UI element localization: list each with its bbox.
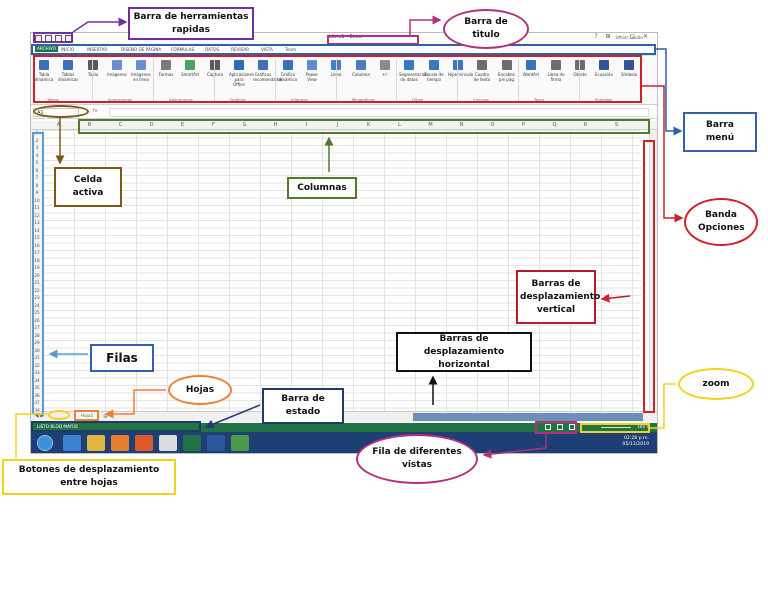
arrow-vscroll	[600, 293, 631, 303]
arrow-sheet-nav	[15, 413, 48, 458]
arrow-sheets	[104, 389, 166, 419]
arrow-ribbon	[642, 85, 684, 223]
arrow-title-bar	[409, 15, 442, 35]
arrow-quick-access	[72, 17, 128, 33]
arrow-menu-bar	[656, 48, 683, 136]
arrow-status-bar	[204, 404, 261, 429]
arrow-zoom	[650, 383, 676, 429]
arrow-views	[482, 434, 547, 459]
annotation-arrows	[15, 15, 684, 459]
